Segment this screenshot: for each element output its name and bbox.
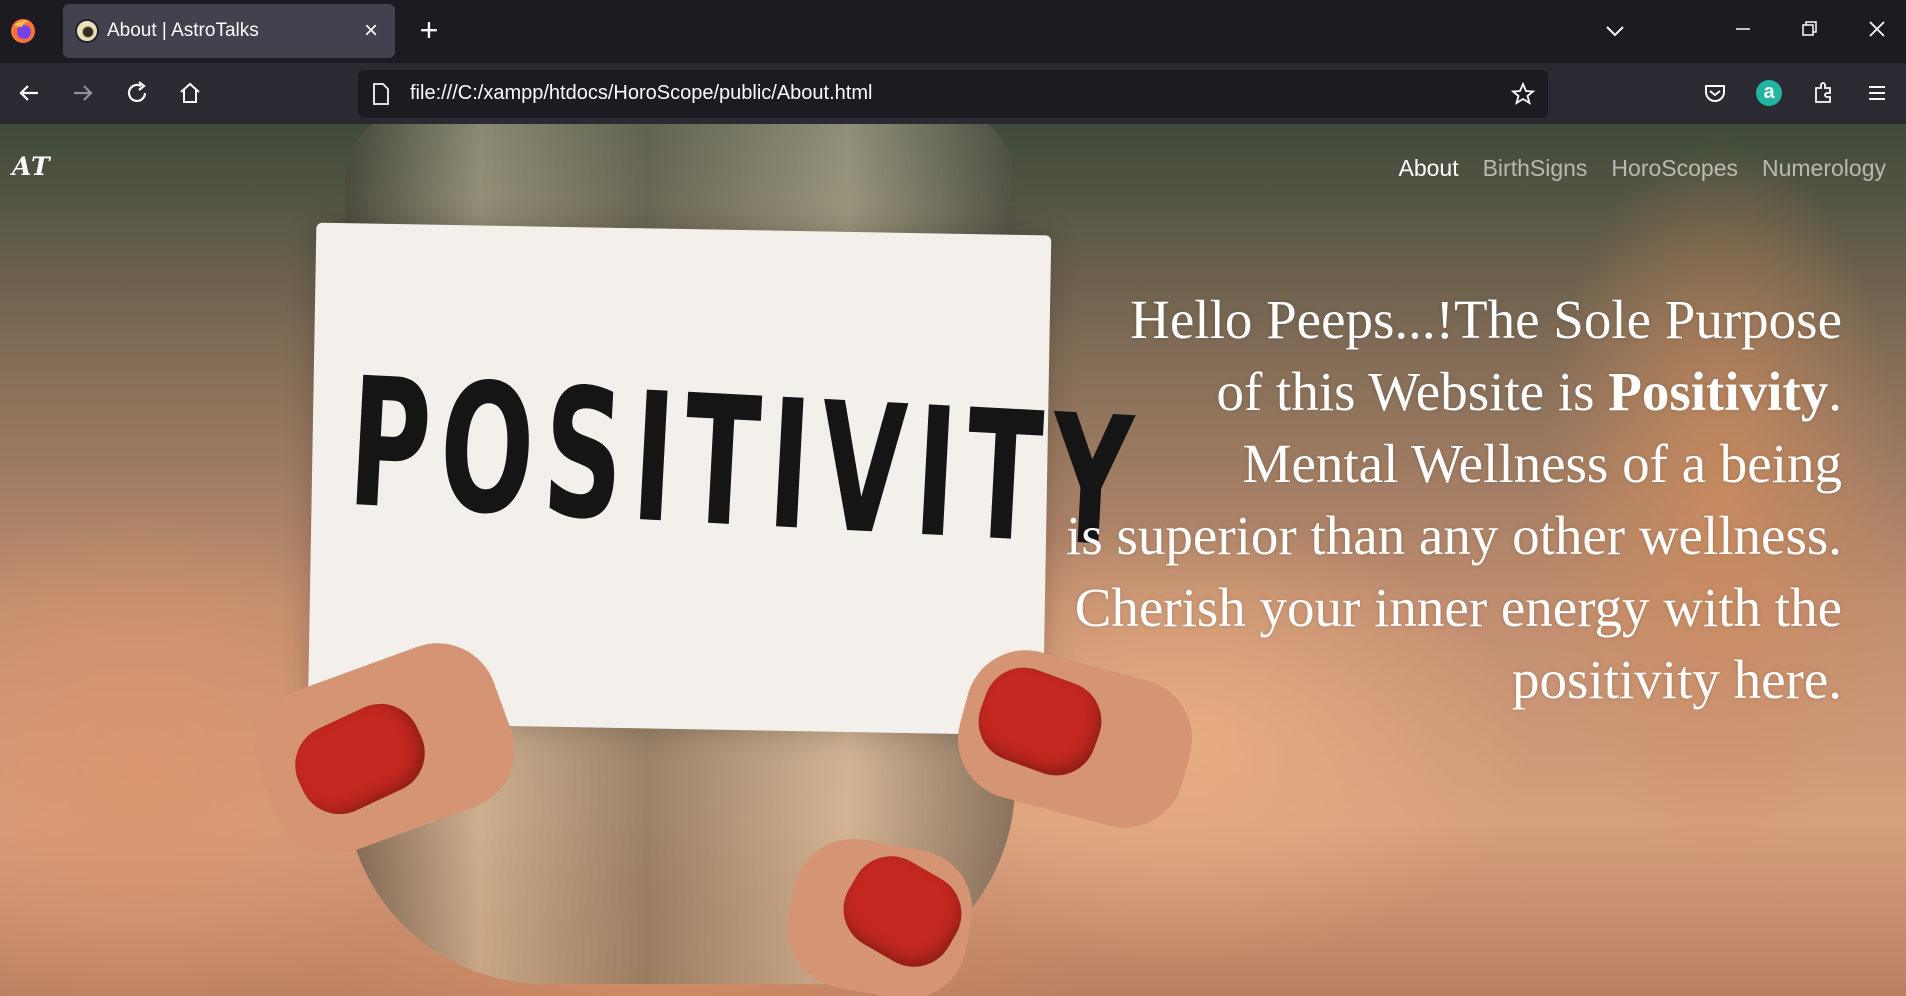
back-arrow-icon[interactable] (12, 76, 46, 110)
about-page: POSITIVITY AT About BirthSigns HoroScope… (0, 124, 1906, 996)
firefox-logo-icon[interactable] (9, 17, 37, 45)
hero-emphasis: Positivity (1608, 361, 1829, 422)
reload-icon[interactable] (120, 76, 154, 110)
nav-link-about[interactable]: About (1398, 155, 1458, 182)
home-icon[interactable] (173, 76, 207, 110)
url-bar[interactable]: file:///C:/xampp/htdocs/HoroScope/public… (358, 70, 1548, 118)
tab-about[interactable]: About | AstroTalks × (63, 4, 395, 58)
nav-link-birthsigns[interactable]: BirthSigns (1483, 155, 1588, 182)
site-logo[interactable]: AT (12, 152, 51, 181)
window-close-icon[interactable] (1862, 14, 1892, 44)
app-menu-hamburger-icon[interactable] (1860, 76, 1894, 110)
hero-line: Hello Peeps...!The Sole Purpose (1130, 289, 1842, 350)
nav-link-numerology[interactable]: Numerology (1762, 155, 1886, 182)
tab-close-icon[interactable]: × (357, 17, 385, 45)
window-minimize-icon[interactable] (1728, 14, 1758, 44)
window-restore-icon[interactable] (1794, 14, 1824, 44)
hero-line: positivity here. (1512, 649, 1842, 710)
page-icon (373, 83, 389, 105)
navigation-toolbar: file:///C:/xampp/htdocs/HoroScope/public… (0, 63, 1906, 124)
tab-title: About | AstroTalks (107, 20, 259, 41)
new-tab-button[interactable]: + (412, 14, 446, 48)
pocket-icon[interactable] (1698, 76, 1732, 110)
hero-line: Cherish your inner energy with the (1074, 577, 1842, 638)
extension-a-icon[interactable]: a (1756, 80, 1782, 106)
hero-line: Mental Wellness of a being (1242, 433, 1842, 494)
hero-text: Hello Peeps...!The Sole Purpose of this … (982, 284, 1842, 716)
extensions-puzzle-icon[interactable] (1806, 76, 1840, 110)
url-text[interactable]: file:///C:/xampp/htdocs/HoroScope/public… (410, 82, 872, 105)
forward-arrow-icon[interactable] (66, 76, 100, 110)
hero-line: of this Website is Positivity. (1216, 361, 1842, 422)
site-favicon-icon (75, 19, 99, 43)
bookmark-star-icon[interactable] (1510, 81, 1536, 107)
hero-line: is superior than any other wellness. (1066, 505, 1842, 566)
tab-bar: About | AstroTalks × + (0, 0, 1906, 63)
nav-link-horoscopes[interactable]: HoroScopes (1611, 155, 1738, 182)
site-nav: About BirthSigns HoroScopes Numerology (1398, 155, 1886, 182)
list-all-tabs-chevron-icon[interactable] (1600, 16, 1630, 46)
